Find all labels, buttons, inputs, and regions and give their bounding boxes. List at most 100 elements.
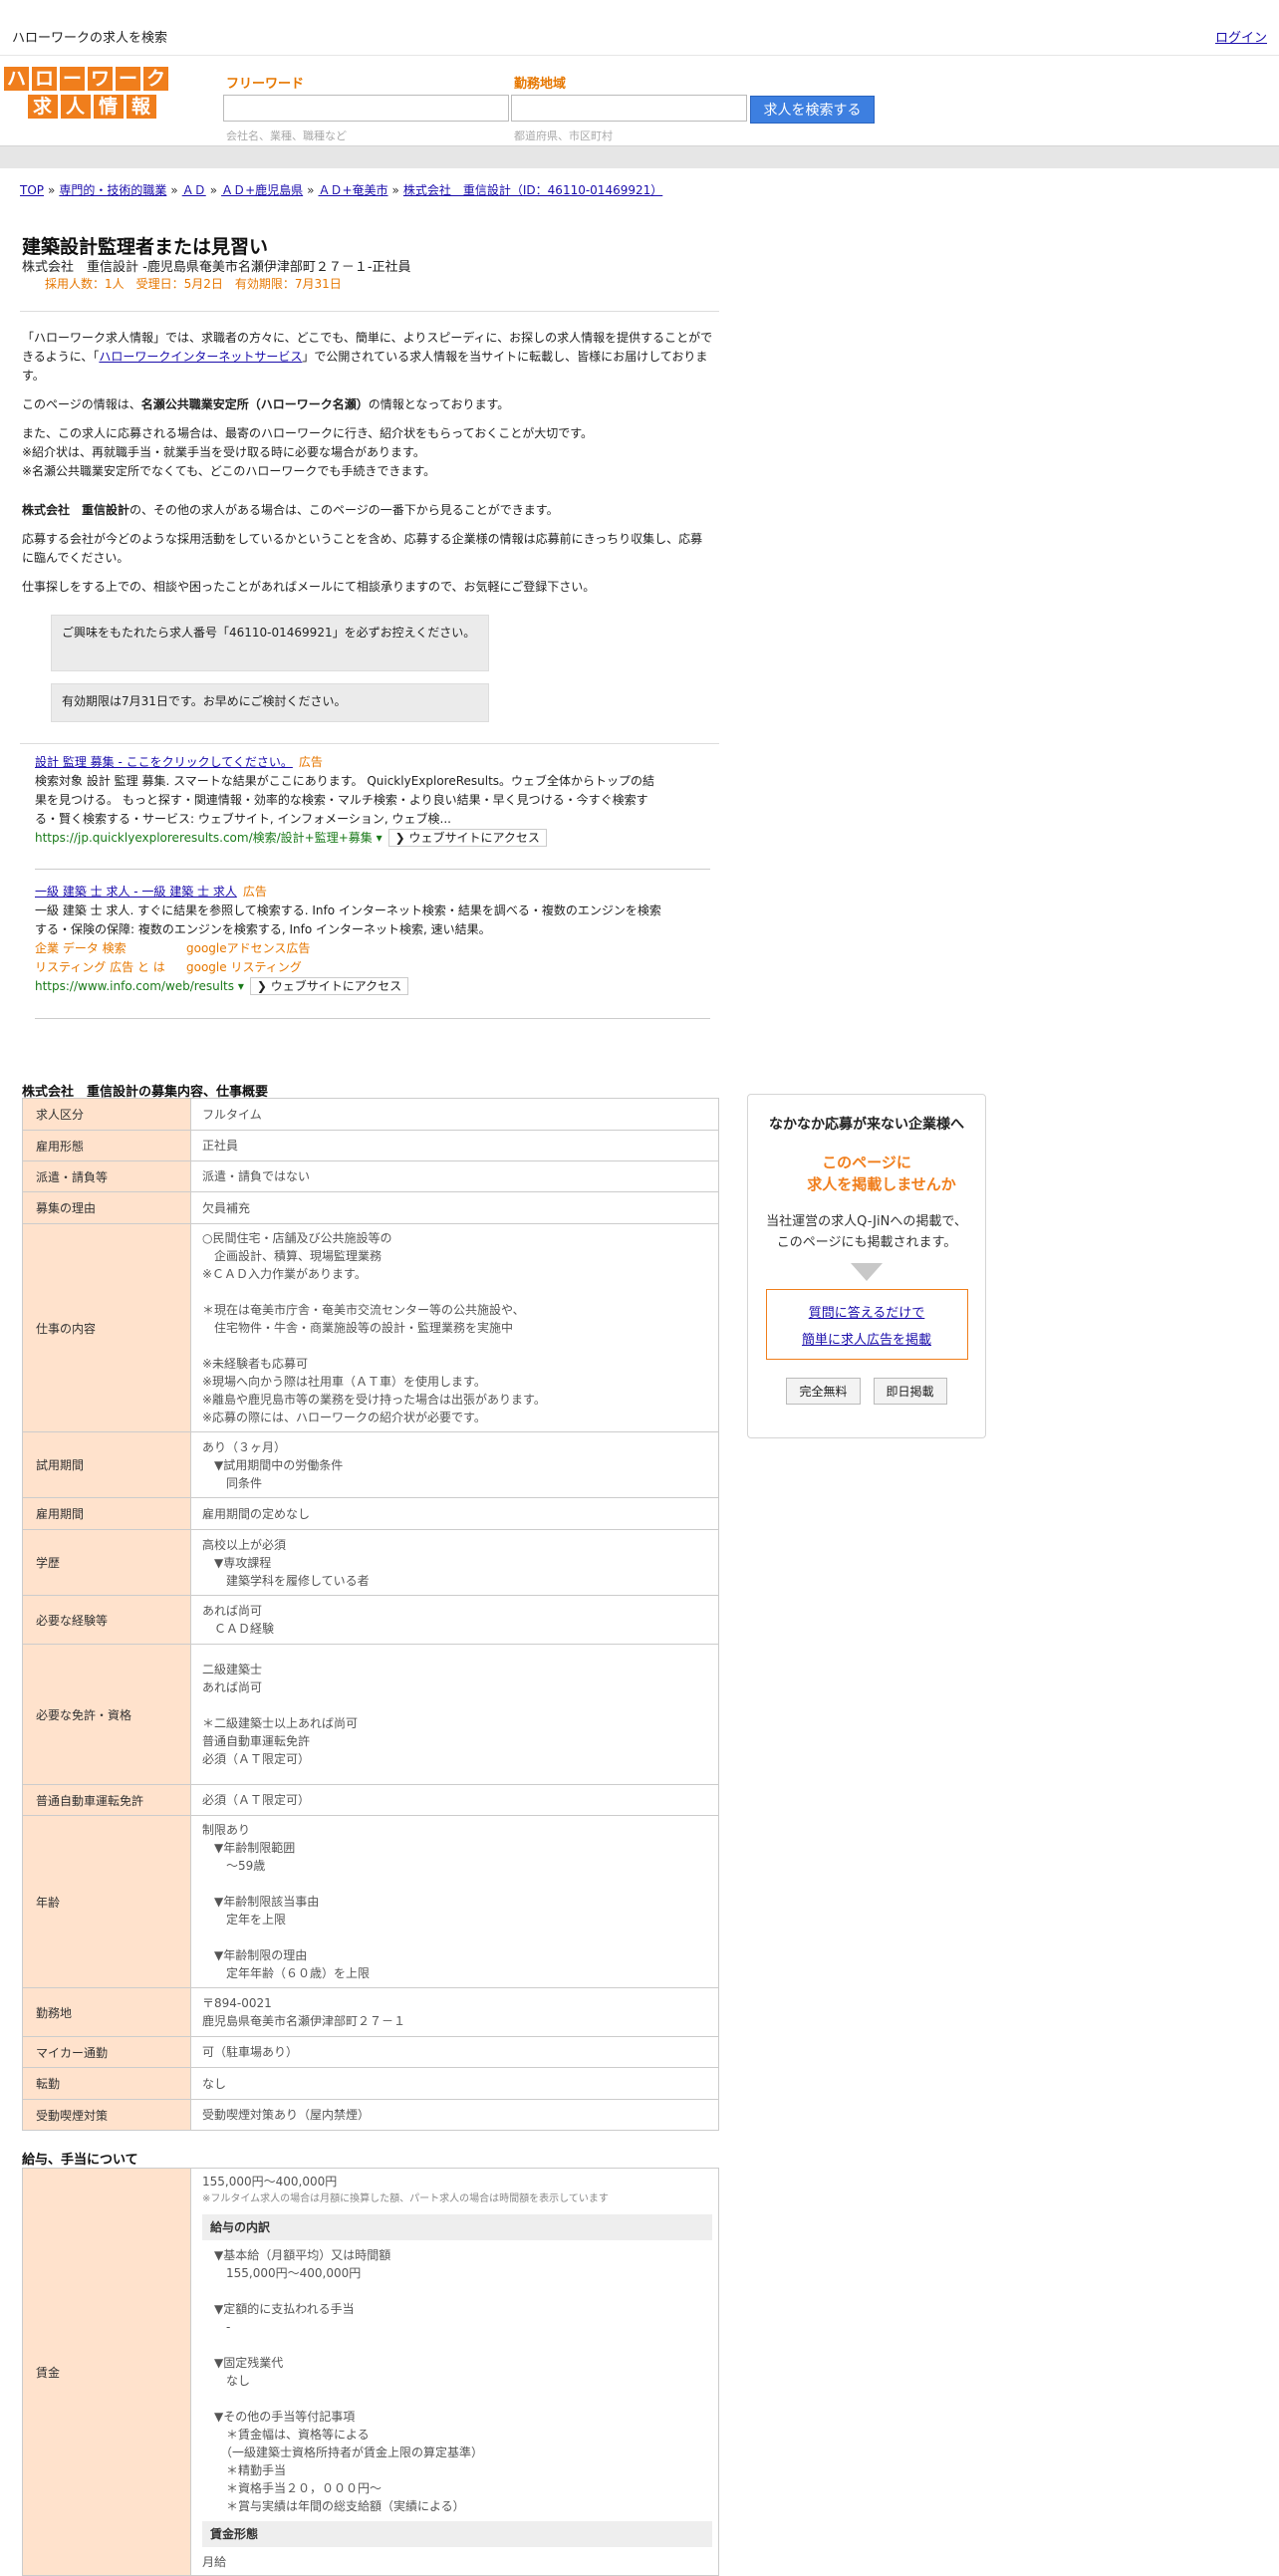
hellowork-logo[interactable]: ハ ロ ー ワ ー ク 求 人 情 報 [4,67,179,123]
table-row: 仕事の内容 ○民間住宅・店舗及び公共施設等の 企画設計、積算、現場監理業務 ※ＣＡ… [22,1223,719,1432]
divider [35,1018,710,1019]
header-divider-band [0,145,1279,168]
visit-website-button[interactable]: ❯ ウェブサイトにアクセス [249,977,409,995]
area-input[interactable] [511,95,747,122]
promo-heading: なかなか応募が来ない企業様へ [769,1117,964,1133]
logo-row-2: 求 人 情 報 [4,95,179,119]
intro-paragraph: 「ハローワーク求人情報」では、求職者の方々に、どこでも、簡単に、よりスピーディに… [22,331,713,383]
breadcrumb-link[interactable]: ＡＤ+奄美市 [318,183,387,197]
table-row: 転勤 なし [22,2067,719,2100]
ad-sitelink[interactable]: google リスティング [186,958,338,977]
ad-body: 一級 建築 士 求人. すぐに結果を参照して検索する. Info インターネット… [35,903,661,936]
table-row: 必要な経験等 あれば尚可 ＣＡＤ経験 [22,1595,719,1645]
job-meta: 採用人数：1人 受理日：5月2日 有効期限：7月31日 [45,277,342,291]
intro-paragraph: 応募する会社が今どのような採用活動をしているかということを含め、応募する企業様の… [22,532,703,565]
table-row: 雇用形態 正社員 [22,1130,719,1161]
freeword-input[interactable] [223,95,509,122]
job-details-table: 求人区分 フルタイム 雇用形態 正社員 派遣・請負等 派遣・請負ではない 募集の理由欠… [22,1098,719,2131]
promo-description: 当社運営の求人Q-JiNへの掲載で、 このページにも掲載されます。 [766,1214,967,1250]
intro-paragraph: 株式会社 重信設計の、その他の求人がある場合は、このページの一番下から見ることが… [22,503,559,517]
intro-paragraph: このページの情報は、名瀬公共職業安定所（ハローワーク名瀬）の情報となっております… [22,397,510,411]
breadcrumb-link[interactable]: 株式会社 重信設計（ID：46110-01469921） [403,183,662,197]
salary-key: 賃金 [22,2168,191,2576]
table-row: 必要な免許・資格 二級建築士 あれば尚可 ＊二級建築士以上あれば尚可 普通自動車運… [22,1644,719,1785]
table-row: 求人区分 フルタイム [22,1098,719,1131]
logo-char: ハ [4,67,29,91]
freeword-label: フリーワード [226,77,305,92]
ad-tag: 広告 [298,755,323,769]
salary-value: 155,000円〜400,000円 ※フルタイム求人の場合は月額に換算した額、パー… [190,2168,719,2576]
divider [20,311,719,312]
employer-promo-box: なかなか応募が来ない企業様へ このページに 求人を掲載しませんか 当社運営の求人Q… [747,1094,986,1438]
salary-table: 賃金 155,000円〜400,000円 ※フルタイム求人の場合は月額に換算した額… [22,2168,719,2576]
site-title: ハローワークの求人を検索 [12,31,168,46]
promo-link[interactable]: 簡単に求人広告を掲載 [802,1333,931,1348]
ad-sitelink[interactable]: リスティング 広告 と は [35,958,186,977]
top-bar: ハローワークの求人を検索 ログイン [0,0,1279,56]
table-row: 年齢 制限あり ▼年齢制限範囲 〜59歳 ▼年齢制限該当事由 定年を上限 ▼年齢制… [22,1815,719,1988]
table-row: マイカー通勤 可（駐車場あり） [22,2036,719,2068]
area-hint: 都道府県、市区町村 [514,129,613,142]
sponsored-ad: 一級 建築 士 求人 - 一級 建築 士 求人 広告 一級 建築 士 求人. すぐ… [35,883,662,996]
ad-body: 検索対象 設計 監理 募集. スマートな結果がここにあります。 QuicklyE… [35,774,655,826]
divider [35,869,710,870]
breadcrumb-link[interactable]: ＡＤ+鹿児島県 [221,183,303,197]
logo-row-1: ハ ロ ー ワ ー ク [4,67,179,91]
table-row: 賃金 155,000円〜400,000円 ※フルタイム求人の場合は月額に換算した額… [22,2168,719,2576]
breadcrumb-link[interactable]: 専門的・技術的職業 [59,183,166,197]
ad-tag: 広告 [242,885,267,899]
promo-buttons: 完全無料 即日掲載 [748,1378,985,1405]
table-row: 勤務地 〒894-0021 鹿児島県奄美市名瀬伊津部町２７－１ [22,1987,719,2037]
breadcrumb-link[interactable]: TOP [20,183,44,197]
ad-url[interactable]: https://www.info.com/web/results ▾ [35,979,244,993]
logo-char: ク [143,67,168,91]
job-title: 建築設計監理者または見習い [22,236,269,258]
logo-char: 報 [126,95,156,119]
ad-title-link[interactable]: 設計 監理 募集 - ここをクリックしてください。 [35,755,293,769]
search-header: ハ ロ ー ワ ー ク 求 人 情 報 フリーワード 勤務地域 会社名、業種、職… [0,56,1279,145]
breadcrumb: TOP» 専門的・技術的職業» ＡＤ» ＡＤ+鹿児島県» ＡＤ+奄美市» 株式会社 重信設… [20,183,663,197]
salary-heading: 給与、手当について [22,2153,138,2168]
ad-url[interactable]: https://jp.quicklyexploreresults.com/検索/… [35,831,383,845]
down-arrow-icon [851,1263,883,1281]
divider [20,743,719,744]
breakdown-title: 給与の内訳 [202,2214,712,2240]
table-row: 普通自動車運転免許 必須（ＡＴ限定可） [22,1784,719,1816]
ad-sitelink[interactable]: googleアドセンス広告 [186,939,338,958]
ad-sitelinks: 企業 データ 検索 googleアドセンス広告 リスティング 広告 と は goog… [35,939,662,977]
salary-range: 155,000円〜400,000円 [202,2175,338,2189]
free-badge-button[interactable]: 完全無料 [786,1378,861,1405]
salary-breakdown: ▼基本給（月額平均）又は時間額 155,000円〜400,000円 ▼定額的に支… [214,2248,484,2513]
logo-char: ー [60,67,85,91]
table-row: 派遣・請負等 派遣・請負ではない [22,1160,719,1192]
table-row: 学歴 高校以上が必須 ▼専攻課程 建築学科を履修している者 [22,1529,719,1596]
logo-char: ロ [32,67,57,91]
freeword-hint: 会社名、業種、職種など [226,129,347,142]
breadcrumb-link[interactable]: ＡＤ [182,183,206,197]
sponsored-ad: 設計 監理 募集 - ここをクリックしてください。 広告 検索対象 設計 監理 募… [35,753,662,848]
table-row: 受動喫煙対策 受動喫煙対策あり（屋内禁煙） [22,2099,719,2131]
logo-char: 人 [60,95,91,119]
ad-title-link[interactable]: 一級 建築 士 求人 - 一級 建築 士 求人 [35,885,237,899]
ad-sitelink[interactable]: 企業 データ 検索 [35,939,186,958]
wage-form-title: 賃金形態 [202,2521,712,2547]
promo-offer: このページに 求人を掲載しませんか [807,1154,956,1193]
wage-form-value: 月給 [202,2555,227,2569]
intro-paragraph: また、この求人に応募される場合は、最寄のハローワークに行き、紹介状をもらっておく… [22,426,594,478]
table-row: 試用期間 あり（３ヶ月） ▼試用期間中の労働条件 同条件 [22,1431,719,1498]
logo-char: 情 [93,95,124,119]
promo-links-box: 質問に答えるだけで 簡単に求人広告を掲載 [765,1289,968,1360]
logo-char: ー [116,67,140,91]
company-line: 株式会社 重信設計 -鹿児島県奄美市名瀬伊津部町２７－１-正社員 [22,260,411,275]
table-row: 雇用期間 雇用期間の定めなし [22,1497,719,1530]
search-button[interactable]: 求人を検索する [750,96,875,124]
logo-char: 求 [27,95,58,119]
visit-website-button[interactable]: ❯ ウェブサイトにアクセス [387,829,547,847]
area-label: 勤務地域 [514,77,567,92]
promo-link[interactable]: 質問に答えるだけで [809,1306,925,1321]
hellowork-internet-service-link[interactable]: ハローワークインターネットサービス [99,350,302,364]
login-link[interactable]: ログイン [1215,27,1267,46]
table-row: 募集の理由 欠員補充 [22,1191,719,1224]
intro-paragraph: 仕事探しをする上での、相談や困ったことがあればメールにて相談承りますので、お気軽… [22,580,596,594]
same-day-badge-button[interactable]: 即日掲載 [873,1378,947,1405]
